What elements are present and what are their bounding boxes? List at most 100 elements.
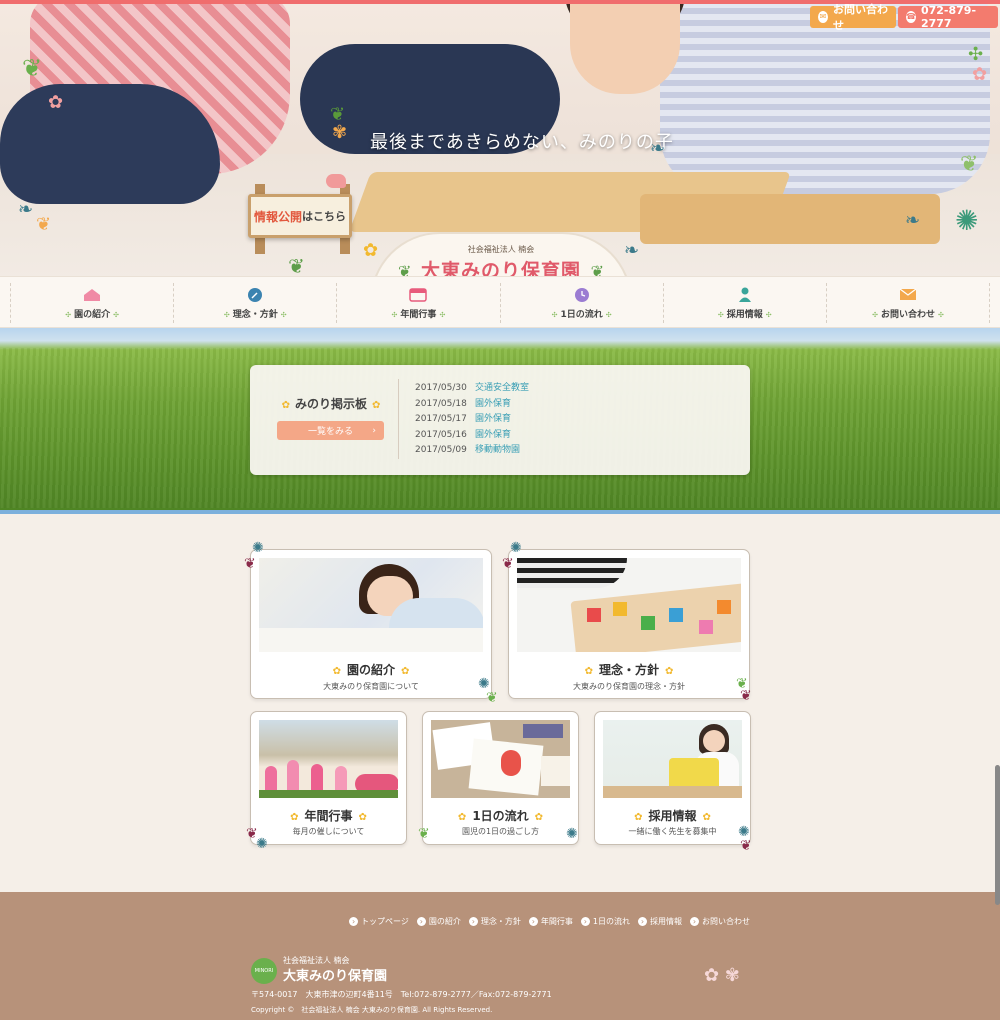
card-philosophy[interactable]: 理念・方針 大東みのり保育園の理念・方針 [508, 549, 750, 699]
nav-item-recruit[interactable]: 採用情報 [662, 283, 826, 323]
footer-link[interactable]: 採用情報 [638, 916, 682, 927]
mail-icon [899, 287, 917, 303]
nav-label: 理念・方針 [221, 307, 290, 320]
card-description: 毎月の催しについて [292, 827, 365, 836]
hero-photo-head [570, 4, 680, 94]
news-title[interactable]: 園外保育 [475, 428, 511, 444]
card-events[interactable]: 年間行事 毎月の催しについて [250, 711, 407, 845]
card-description: 大東みのり保育園の理念・方針 [573, 682, 685, 691]
site-logo[interactable]: ❦ ❦ 社会福祉法人 楠会 大東みのり保育園 [370, 232, 632, 276]
sign-highlight: 情報公開 [253, 209, 302, 224]
chevron-right-icon: › [372, 425, 376, 436]
leaf-icon: ❧ [905, 210, 921, 231]
bird-icon [326, 174, 346, 188]
nav-label: お問い合わせ [869, 307, 947, 320]
list-item[interactable]: 2017/05/18 園外保育 [415, 397, 529, 413]
grass-icon: ❦ [288, 254, 305, 276]
leaf-icon: ❦ [244, 556, 256, 572]
nav-item-philosophy[interactable]: 理念・方針 [173, 283, 336, 323]
flower-icon: ✺ [955, 204, 979, 237]
logo-subtitle: 社会福祉法人 楠会 [467, 245, 535, 254]
flower-icon: ✿ [48, 92, 64, 113]
leaf-icon: ❦ [36, 214, 52, 235]
view-all-button[interactable]: 一覧をみる › [277, 421, 384, 440]
leaf-icon: ❧ [18, 199, 34, 220]
flower-icon: ✾ [332, 122, 348, 143]
nav-item-contact[interactable]: お問い合わせ [825, 283, 991, 323]
phone-button[interactable]: ☎ 072-879-2777 [898, 4, 998, 30]
info-disclosure-sign[interactable]: 情報公開 はこちら [248, 194, 352, 238]
news-date: 2017/05/18 [415, 398, 467, 409]
leaf-icon: ❦ [740, 688, 752, 704]
flower-icon: ✺ [252, 540, 264, 556]
news-title[interactable]: 園外保育 [475, 397, 511, 413]
board-title: みのり掲示板 [276, 395, 386, 412]
footer-address: 〒574-0017 大東市津の辺町4番11号 Tel:072-879-2777／… [251, 990, 552, 999]
flower-icon: ✿ [972, 64, 988, 85]
news-board: みのり掲示板 一覧をみる › 2017/05/30 交通安全教室 2017/05/… [250, 365, 750, 475]
contact-label: お問い合わせ [833, 3, 888, 32]
flower-icon: ✺ [510, 540, 522, 556]
board-divider [398, 379, 399, 459]
nav-label: 採用情報 [715, 307, 775, 320]
footer-copyright: Copyright © 社会福祉法人 楠会 大東みのり保育園. All Righ… [251, 1006, 493, 1014]
footer-logo-mark: MINORI [251, 958, 277, 984]
leaf-icon: ❦ [960, 152, 979, 177]
leaf-icon: ❦ [590, 262, 604, 276]
calendar-icon [409, 287, 428, 303]
news-date: 2017/05/17 [415, 414, 467, 424]
footer-link[interactable]: 1日の流れ [581, 916, 630, 927]
leaf-icon: ❧ [650, 138, 666, 159]
card-recruit[interactable]: 採用情報 一緒に働く先生を募集中 [594, 711, 751, 845]
phone-number: 072-879-2777 [920, 4, 977, 30]
view-all-label: 一覧をみる [307, 427, 353, 437]
card-photo-tulips [259, 720, 398, 798]
card-about[interactable]: 園の紹介 大東みのり保育園について [250, 549, 492, 699]
hero-photo-pants [0, 84, 220, 204]
news-date: 2017/05/16 [415, 429, 467, 440]
card-title: 採用情報 [595, 807, 750, 824]
news-title[interactable]: 園外保育 [475, 412, 511, 428]
scrollbar[interactable] [995, 765, 1000, 905]
nav-item-about[interactable]: 園の紹介 [10, 283, 173, 323]
contact-button[interactable]: ✉ お問い合わせ [810, 3, 896, 32]
clock-icon [573, 287, 591, 303]
nav-item-events[interactable]: 年間行事 [336, 283, 499, 323]
leaf-icon: ✣ [968, 44, 984, 65]
list-item[interactable]: 2017/05/30 交通安全教室 [415, 381, 529, 397]
hero-photo-puzzle-pieces [640, 194, 940, 244]
footer-logo-mark-text: MINORI [254, 968, 274, 974]
list-item[interactable]: 2017/05/16 園外保育 [415, 428, 529, 444]
nav-label: 年間行事 [389, 307, 449, 320]
nav-item-daily[interactable]: 1日の流れ [499, 283, 663, 323]
footer-link[interactable]: お問い合わせ [690, 916, 750, 927]
sign-rest: はこちら [302, 210, 346, 223]
footer-nav: トップページ 園の紹介 理念・方針 年間行事 1日の流れ 採用情報 お問い合わせ [349, 916, 750, 927]
card-daily[interactable]: 1日の流れ 園児の1日の過ごし方 [422, 711, 579, 845]
site-footer: トップページ 園の紹介 理念・方針 年間行事 1日の流れ 採用情報 お問い合わせ [0, 892, 1000, 1020]
card-description: 一緒に働く先生を募集中 [628, 827, 717, 836]
news-title[interactable]: 交通安全教室 [475, 381, 529, 397]
nav-label: 園の紹介 [62, 307, 122, 320]
list-item[interactable]: 2017/05/09 移動動物園 [415, 443, 529, 459]
flower-icon: ✺ [566, 826, 578, 842]
card-photo-teacher [603, 720, 742, 798]
compass-icon [246, 287, 264, 303]
footer-link[interactable]: 年間行事 [529, 916, 573, 927]
phone-icon: ☎ [906, 11, 916, 23]
person-icon [736, 287, 754, 303]
news-date: 2017/05/09 [415, 445, 467, 455]
footer-logo-title[interactable]: 大東みのり保育園 [283, 965, 387, 984]
list-item[interactable]: 2017/05/17 園外保育 [415, 412, 529, 428]
footer-link[interactable]: 理念・方針 [469, 916, 521, 927]
footer-link[interactable]: トップページ [349, 916, 409, 927]
card-title: 理念・方針 [509, 661, 749, 678]
news-date: 2017/05/30 [415, 383, 467, 393]
card-photo-girl-drawing [259, 558, 483, 652]
hero-banner: 最後まであきらめない、みのりの子 ❦ ✿ ❧ ❦ ❦ ✾ ❧ ❦ ✺ ❧ ✣ ✿… [0, 0, 1000, 276]
flower-icon: ✺ [256, 836, 268, 852]
news-title[interactable]: 移動動物園 [475, 443, 520, 459]
card-title: 1日の流れ [423, 807, 578, 824]
footer-link[interactable]: 園の紹介 [417, 916, 461, 927]
main-nav: 園の紹介 理念・方針 年間行事 1日の流れ 採用情報 お問い合わせ [0, 276, 1000, 328]
